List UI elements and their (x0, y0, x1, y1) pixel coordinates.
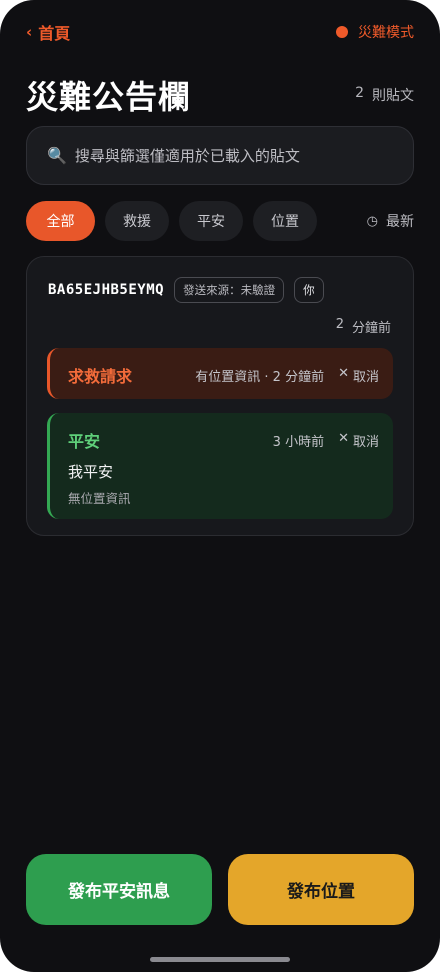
header: 災難公告欄 2 則貼文 (26, 72, 414, 118)
status-label: 求救請求 (68, 367, 133, 386)
search-icon: 🔍 (47, 146, 67, 165)
source-badge: 發送來源：未驗證 (174, 277, 285, 303)
app-screen: ‹ 首頁 災難模式 災難公告欄 2 則貼文 🔍 全部 救援 平安 位置 ◷ 最新… (0, 0, 440, 972)
status-meta: 3 小時前 (272, 434, 325, 450)
post-user-id: BA65EJHB5EYMQ (48, 282, 165, 298)
sort-button[interactable]: ◷ 最新 (367, 211, 414, 231)
close-icon: ✕ (338, 365, 349, 381)
close-icon: ✕ (338, 430, 349, 446)
post-count: 2 則貼文 (355, 85, 414, 105)
post-card: BA65EJHB5EYMQ 發送來源：未驗證 你 2 分鐘前 求救請求 有位置資… (26, 256, 414, 536)
filter-chip-safe[interactable]: 平安 (179, 201, 243, 241)
status-message: 我平安 (68, 463, 114, 481)
cancel-button[interactable]: ✕ 取消 (338, 366, 379, 385)
status-location: 無位置資訊 (68, 491, 131, 506)
post-count-unit: 則貼文 (372, 88, 414, 104)
filter-chip-location[interactable]: 位置 (253, 201, 317, 241)
status-label: 平安 (68, 432, 101, 451)
post-count-number: 2 (355, 85, 364, 101)
clock-icon: ◷ (366, 213, 378, 229)
sort-label: 最新 (386, 214, 414, 230)
top-bar: ‹ 首頁 災難模式 (26, 20, 414, 44)
post-header: BA65EJHB5EYMQ 發送來源：未驗證 你 (48, 277, 393, 303)
back-button[interactable]: ‹ 首頁 (26, 20, 70, 44)
home-indicator[interactable] (150, 957, 290, 962)
filter-chip-rescue[interactable]: 救援 (105, 201, 169, 241)
disaster-mode-indicator: 災難模式 (336, 22, 414, 42)
post-time-number: 2 (335, 317, 344, 332)
back-label: 首頁 (38, 24, 71, 43)
filter-chip-all[interactable]: 全部 (26, 201, 95, 241)
cancel-label: 取消 (352, 434, 379, 450)
status-dot-icon (336, 26, 348, 38)
status-safe: 平安 3 小時前 ✕ 取消 我平安 無位置資訊 (47, 413, 393, 519)
status-meta: 有位置資訊 · 2 分鐘前 (195, 369, 325, 385)
search-bar[interactable]: 🔍 (26, 126, 414, 185)
chevron-left-icon: ‹ (26, 23, 33, 41)
post-safe-message-button[interactable]: 發布平安訊息 (26, 854, 212, 925)
status-rescue-request: 求救請求 有位置資訊 · 2 分鐘前 ✕ 取消 (47, 348, 393, 399)
search-input[interactable] (74, 146, 395, 165)
cancel-button[interactable]: ✕ 取消 (338, 431, 379, 450)
post-time-unit: 分鐘前 (351, 321, 391, 336)
cancel-label: 取消 (352, 369, 379, 385)
filter-bar: 全部 救援 平安 位置 ◷ 最新 (26, 201, 414, 241)
page-title: 災難公告欄 (26, 78, 192, 116)
post-location-button[interactable]: 發布位置 (228, 854, 414, 925)
you-badge: 你 (294, 277, 324, 303)
mode-label: 災難模式 (358, 25, 414, 41)
post-timestamp: 2 分鐘前 (336, 317, 391, 336)
